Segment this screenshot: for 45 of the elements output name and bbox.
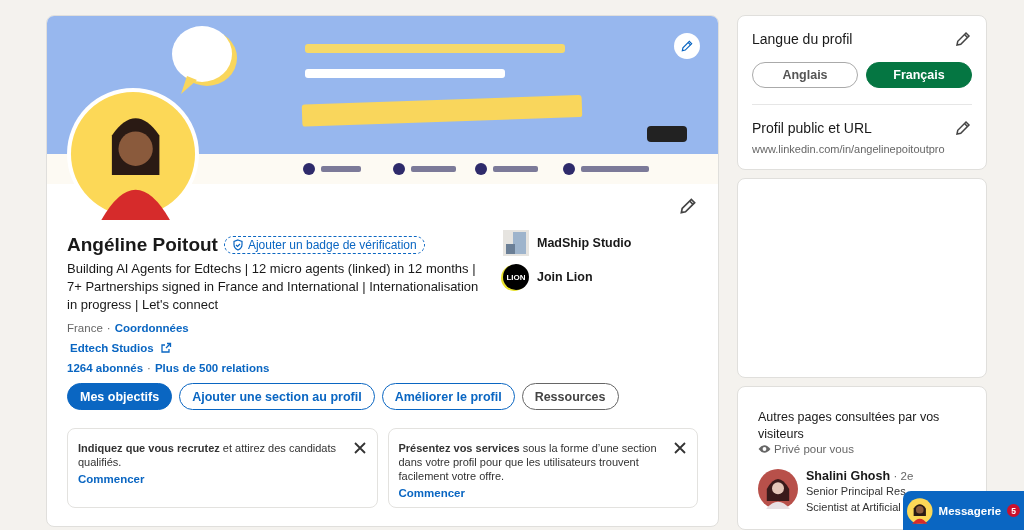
- pencil-icon: [954, 119, 972, 137]
- profile-name: Angéline Poitout: [67, 234, 218, 256]
- connections-link[interactable]: Plus de 500 relations: [154, 362, 270, 374]
- website-link[interactable]: Edtech Studios: [70, 342, 172, 354]
- separator-dot: ·: [147, 362, 151, 374]
- profile-action-button[interactable]: Ajouter une section au profil: [179, 383, 375, 410]
- close-icon: [673, 441, 687, 455]
- close-button[interactable]: [673, 441, 687, 455]
- start-link[interactable]: Commencer: [78, 473, 145, 485]
- person-headline: Scientist at Artificial: [806, 500, 901, 515]
- edit-language-button[interactable]: [954, 30, 972, 48]
- profile-action-button[interactable]: Mes objectifs: [67, 383, 173, 410]
- edit-url-button[interactable]: [954, 119, 972, 137]
- followers-link[interactable]: 1264 abonnés: [67, 362, 144, 374]
- start-link[interactable]: Commencer: [398, 487, 465, 499]
- company-name[interactable]: Join Lion: [537, 270, 593, 284]
- company-logo: LION: [503, 264, 529, 290]
- contact-link[interactable]: Coordonnées: [114, 322, 189, 334]
- location-text: France: [67, 322, 103, 334]
- profile-action-button[interactable]: Améliorer le profil: [381, 383, 515, 410]
- card-title: Autres pages consultées par vos visiteurs: [758, 409, 941, 443]
- pencil-icon: [678, 196, 698, 216]
- profile-headline: Building AI Agents for Edtechs | 12 micro agents (linked) in 12 months | 7+ Partnerships signed in France and International | Internationalisation in progress | Let's connect: [67, 260, 480, 314]
- privacy-text: Privé pour vous: [774, 443, 854, 455]
- external-link-icon: [159, 342, 172, 354]
- connection-degree: · 2e: [893, 470, 914, 482]
- pencil-icon: [954, 30, 972, 48]
- unread-count: 5: [1007, 504, 1020, 517]
- company-logo: [503, 230, 529, 256]
- separator-dot: ·: [106, 322, 111, 334]
- company-name[interactable]: MadShip Studio: [537, 236, 632, 250]
- language-option[interactable]: Français: [866, 62, 972, 88]
- profile-action-button[interactable]: Ressources: [521, 383, 619, 410]
- close-icon: [352, 441, 367, 455]
- person-headline: Senior Principal Res: [806, 484, 906, 499]
- card-title: Langue du profil: [752, 31, 853, 47]
- card-title: Profil public et URL: [752, 120, 872, 136]
- suggestion-text: Présentez vos services sous la forme d’une section dans votre profil pour que les utilisateurs trouvent facilement votre offre.: [398, 441, 658, 483]
- eye-icon: [758, 444, 771, 454]
- person-name[interactable]: Shalini Ghosh · 2e: [806, 469, 914, 483]
- suggestion-text: Indiquez que vous recrutez et attirez des candidats qualifiés.: [78, 441, 337, 469]
- language-option[interactable]: Anglais: [752, 62, 858, 88]
- shield-icon: [231, 239, 244, 251]
- close-button[interactable]: [352, 441, 367, 455]
- profile-url: www.linkedin.com/in/angelinepoitoutpro: [752, 143, 945, 155]
